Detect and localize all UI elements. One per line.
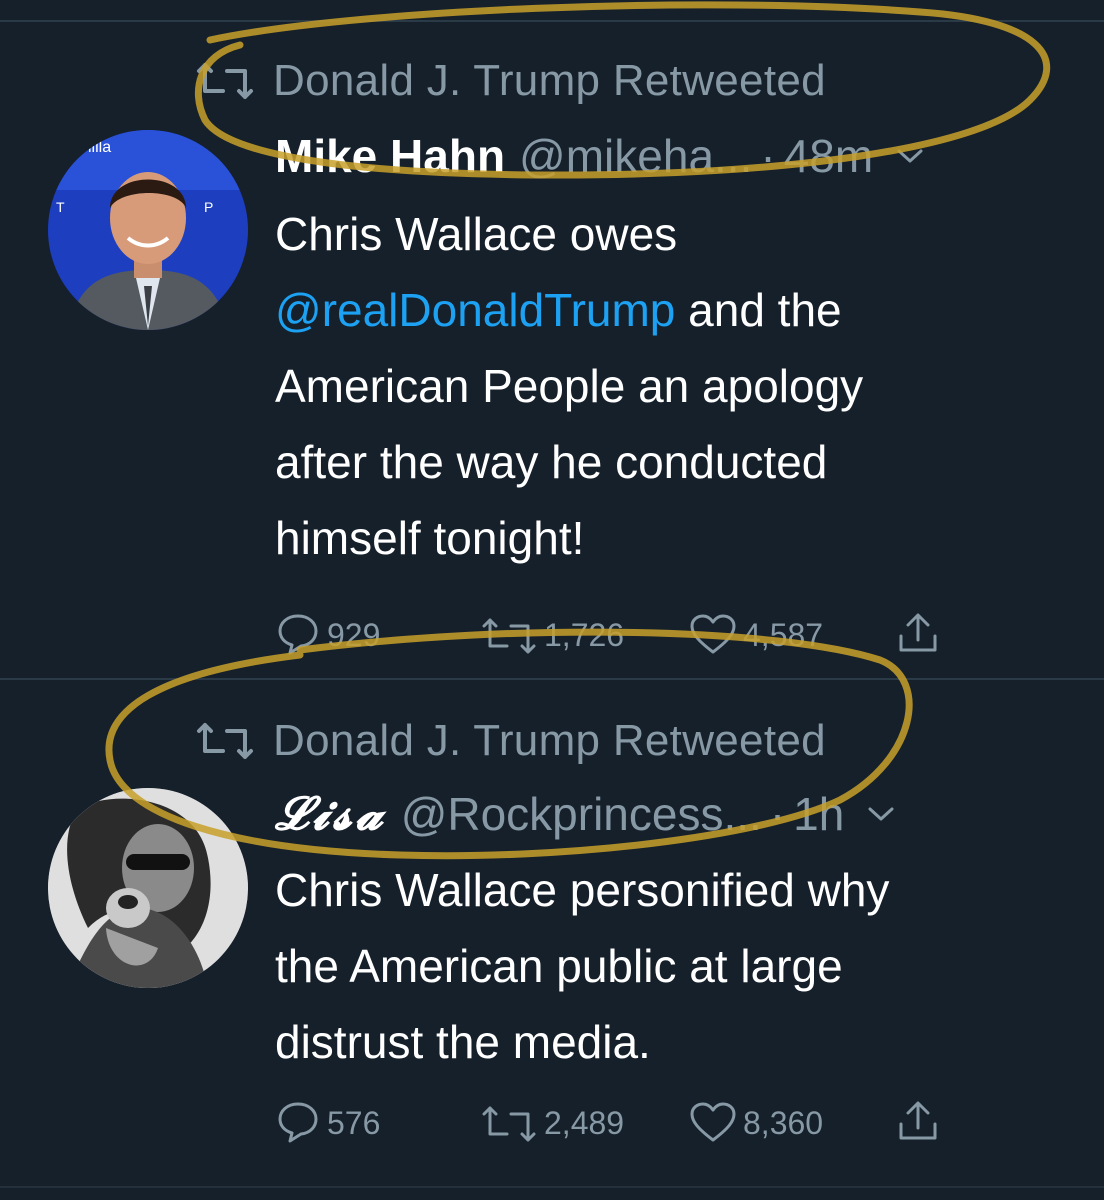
chevron-down-icon[interactable] (895, 146, 925, 166)
reply-count: 929 (327, 617, 381, 653)
tweet-text-line-1: Chris Wallace owes (275, 208, 678, 260)
reply-count: 576 (327, 1105, 381, 1141)
like-count: 4,587 (743, 617, 824, 653)
tweet-text: Chris Wallace personified why the Americ… (275, 864, 890, 1068)
svg-text:P: P (204, 199, 213, 215)
tweet-header: 𝓛𝓲𝓼𝓪 @Rockprincess... · 1h (275, 784, 896, 844)
share-button[interactable] (895, 1094, 947, 1144)
share-icon (899, 613, 937, 652)
timestamp[interactable]: 48m (784, 129, 873, 183)
tweet-actions: 929 1,726 4,587 (275, 606, 975, 656)
like-button[interactable]: 4,587 (689, 606, 823, 656)
tweet-header: Mike Hahn @mikeha... · 48m (275, 126, 925, 186)
retweet-count: 2,489 (544, 1105, 625, 1141)
reply-button[interactable]: 576 (275, 1094, 380, 1144)
retweeted-by-row: Donald J. Trump Retweeted (193, 56, 826, 106)
share-button[interactable] (895, 606, 947, 656)
separator-dot: · (760, 130, 776, 182)
tweet-text: Chris Wallace owes @realDonaldTrump and … (275, 196, 1075, 576)
avatar-photo: illla T P (48, 130, 248, 330)
tweet-text-rest: American People an apology after the way… (275, 360, 864, 564)
retweeted-by-label: Donald J. Trump Retweeted (273, 56, 826, 105)
separator-dot: · (769, 788, 786, 840)
reply-icon (278, 614, 318, 655)
user-handle[interactable]: @Rockprincess... (401, 787, 762, 841)
avatar-photo (48, 788, 248, 988)
retweet-icon (482, 618, 536, 654)
heart-icon (690, 614, 736, 654)
heart-icon (690, 1102, 736, 1142)
timestamp[interactable]: 1h (793, 787, 844, 841)
mention-link[interactable]: @realDonaldTrump (275, 284, 675, 336)
display-name[interactable]: 𝓛𝓲𝓼𝓪 (275, 786, 387, 842)
reply-button[interactable]: 929 (275, 606, 380, 656)
avatar[interactable] (48, 788, 248, 988)
tweet-lisa[interactable]: Donald J. Trump Retweeted 𝓛𝓲𝓼𝓪 @Rockprin… (0, 680, 1104, 1186)
like-count: 8,360 (743, 1105, 824, 1141)
tweet-actions: 576 2,489 8,360 (275, 1094, 975, 1144)
retweet-button[interactable]: 2,489 (480, 1094, 624, 1144)
user-handle[interactable]: @mikeha... (519, 129, 752, 183)
tweet-text-after-mention: and the (675, 284, 842, 336)
like-button[interactable]: 8,360 (689, 1094, 823, 1144)
share-icon (899, 1101, 937, 1140)
chevron-down-icon[interactable] (866, 804, 896, 824)
avatar[interactable]: illla T P (48, 130, 248, 330)
reply-icon (278, 1102, 318, 1143)
retweet-count: 1,726 (544, 617, 625, 653)
bottom-divider (0, 1186, 1104, 1188)
retweeted-by-label: Donald J. Trump Retweeted (273, 716, 826, 765)
retweet-icon (482, 1106, 536, 1142)
retweet-icon (197, 723, 253, 759)
svg-text:illla: illla (88, 139, 111, 156)
svg-text:T: T (56, 199, 65, 215)
retweeted-by-row: Donald J. Trump Retweeted (193, 716, 826, 766)
display-name[interactable]: Mike Hahn (275, 129, 505, 183)
retweet-icon (197, 63, 253, 99)
retweet-button[interactable]: 1,726 (480, 606, 624, 656)
tweet-mike-hahn[interactable]: Donald J. Trump Retweeted illla T P Mike… (0, 22, 1104, 678)
